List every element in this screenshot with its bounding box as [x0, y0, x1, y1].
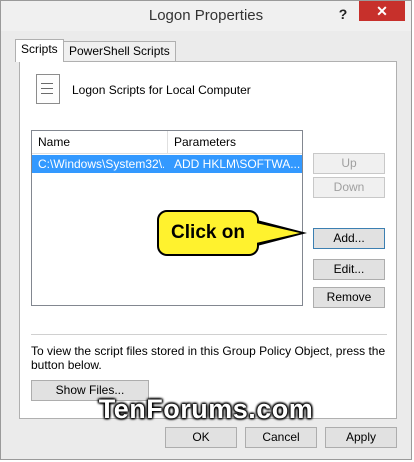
- down-button[interactable]: Down: [313, 177, 385, 198]
- tab-powershell-scripts[interactable]: PowerShell Scripts: [63, 41, 176, 61]
- edit-button[interactable]: Edit...: [313, 259, 385, 280]
- help-button[interactable]: ?: [330, 3, 356, 25]
- callout-pointer-fill: [256, 223, 300, 243]
- apply-button[interactable]: Apply: [325, 427, 397, 448]
- panel-heading: Logon Scripts for Local Computer: [72, 83, 251, 97]
- click-on-callout: Click on: [157, 210, 259, 256]
- description-text: To view the script files stored in this …: [31, 344, 386, 372]
- list-item-parameters: ADD HKLM\SOFTWA...: [174, 157, 300, 171]
- up-button[interactable]: Up: [313, 153, 385, 174]
- title-bar: Logon Properties ? ✕: [1, 1, 411, 31]
- close-button[interactable]: ✕: [359, 1, 405, 21]
- list-item-name: C:\Windows\System32\...: [38, 157, 164, 171]
- list-header: Name Parameters: [32, 131, 302, 154]
- add-button[interactable]: Add...: [313, 228, 385, 249]
- logon-properties-dialog: Logon Properties ? ✕ Scripts PowerShell …: [0, 0, 412, 460]
- column-header-name[interactable]: Name: [32, 131, 168, 153]
- ok-button[interactable]: OK: [165, 427, 237, 448]
- list-item[interactable]: C:\Windows\System32\... ADD HKLM\SOFTWA.…: [32, 155, 302, 173]
- tab-scripts[interactable]: Scripts: [15, 39, 64, 62]
- divider: [31, 334, 387, 335]
- column-header-parameters[interactable]: Parameters: [168, 131, 302, 153]
- remove-button[interactable]: Remove: [313, 287, 385, 308]
- script-icon: [36, 74, 60, 104]
- watermark: TenForums.com: [98, 394, 314, 424]
- cancel-button[interactable]: Cancel: [245, 427, 317, 448]
